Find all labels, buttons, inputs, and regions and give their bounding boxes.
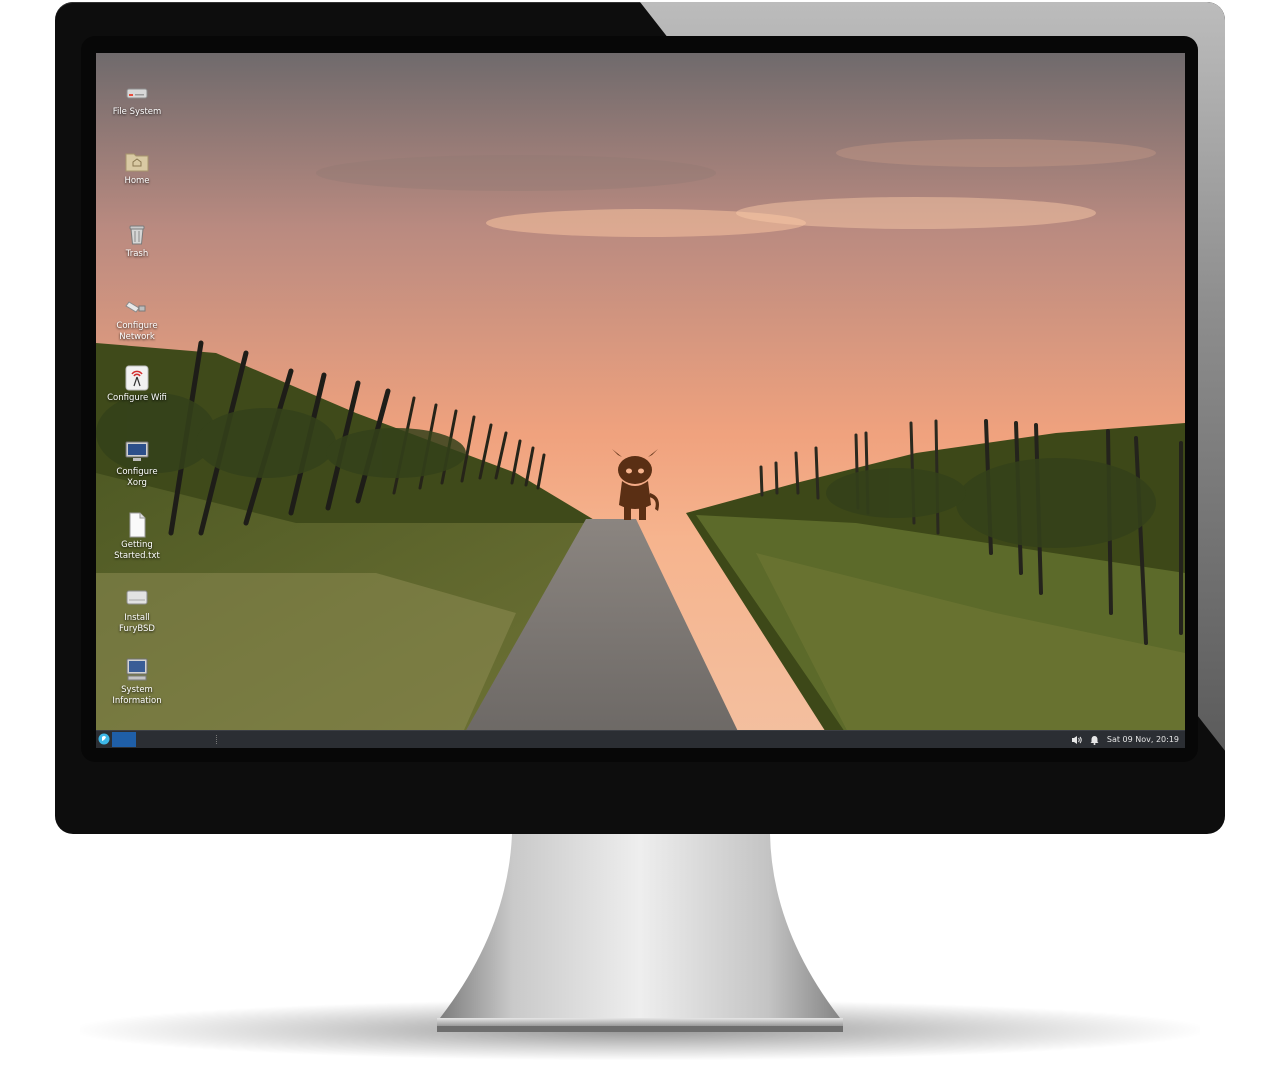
monitor-stand <box>437 834 843 1032</box>
